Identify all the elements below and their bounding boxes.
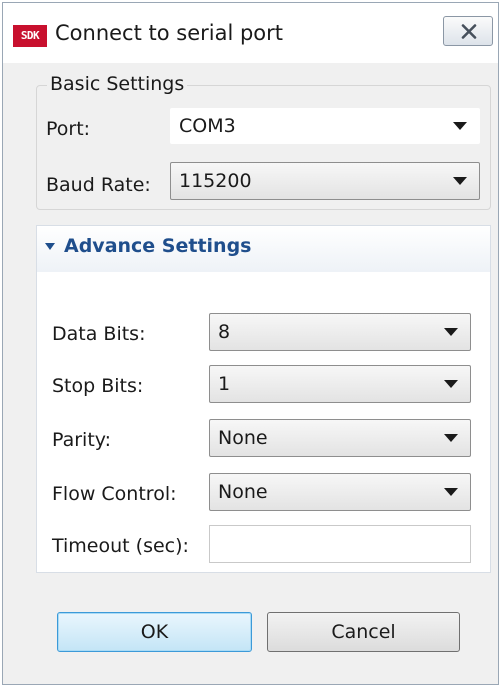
dialog-title: Connect to serial port xyxy=(55,21,284,45)
flow-control-select[interactable]: None xyxy=(209,473,471,511)
baud-rate-select[interactable]: 115200 xyxy=(170,162,480,200)
advance-settings-header[interactable]: Advance Settings xyxy=(37,226,490,272)
stop-bits-select-value: 1 xyxy=(218,373,231,395)
chevron-down-icon xyxy=(444,328,458,336)
chevron-down-icon xyxy=(444,488,458,496)
baud-rate-select-value: 115200 xyxy=(179,170,252,192)
data-bits-label: Data Bits: xyxy=(52,323,146,345)
data-bits-select-value: 8 xyxy=(218,321,231,343)
stop-bits-label: Stop Bits: xyxy=(52,375,144,397)
chevron-down-icon xyxy=(453,177,467,185)
parity-label: Parity: xyxy=(52,429,112,451)
baud-rate-label: Baud Rate: xyxy=(46,174,151,196)
parity-select[interactable]: None xyxy=(209,419,471,457)
flow-control-label: Flow Control: xyxy=(52,483,177,505)
basic-settings-group: Basic Settings Port: COM3 Baud Rate: 115… xyxy=(36,73,491,210)
parity-select-value: None xyxy=(218,427,268,449)
chevron-down-icon xyxy=(453,122,467,130)
chevron-down-icon xyxy=(444,434,458,442)
ok-button[interactable]: OK xyxy=(57,612,252,652)
flow-control-select-value: None xyxy=(218,481,268,503)
chevron-down-icon xyxy=(444,380,458,388)
port-select-value: COM3 xyxy=(179,115,236,137)
data-bits-select[interactable]: 8 xyxy=(209,313,471,351)
title-bar: SDK Connect to serial port xyxy=(3,3,498,63)
expanded-triangle-icon xyxy=(45,243,55,250)
close-x-icon xyxy=(461,24,477,39)
sdk-app-icon: SDK xyxy=(13,25,47,47)
port-label: Port: xyxy=(46,118,91,140)
timeout-input[interactable] xyxy=(209,525,471,563)
cancel-button[interactable]: Cancel xyxy=(267,612,460,652)
serial-connect-dialog: SDK Connect to serial port Basic Setting… xyxy=(2,2,499,685)
close-button[interactable] xyxy=(443,16,493,46)
advance-settings-title: Advance Settings xyxy=(64,235,252,257)
timeout-label: Timeout (sec): xyxy=(52,535,189,557)
basic-settings-legend: Basic Settings xyxy=(47,73,188,95)
advance-settings-panel: Advance Settings Data Bits: 8 Stop Bits:… xyxy=(36,225,491,573)
port-select[interactable]: COM3 xyxy=(170,108,480,144)
stop-bits-select[interactable]: 1 xyxy=(209,365,471,403)
